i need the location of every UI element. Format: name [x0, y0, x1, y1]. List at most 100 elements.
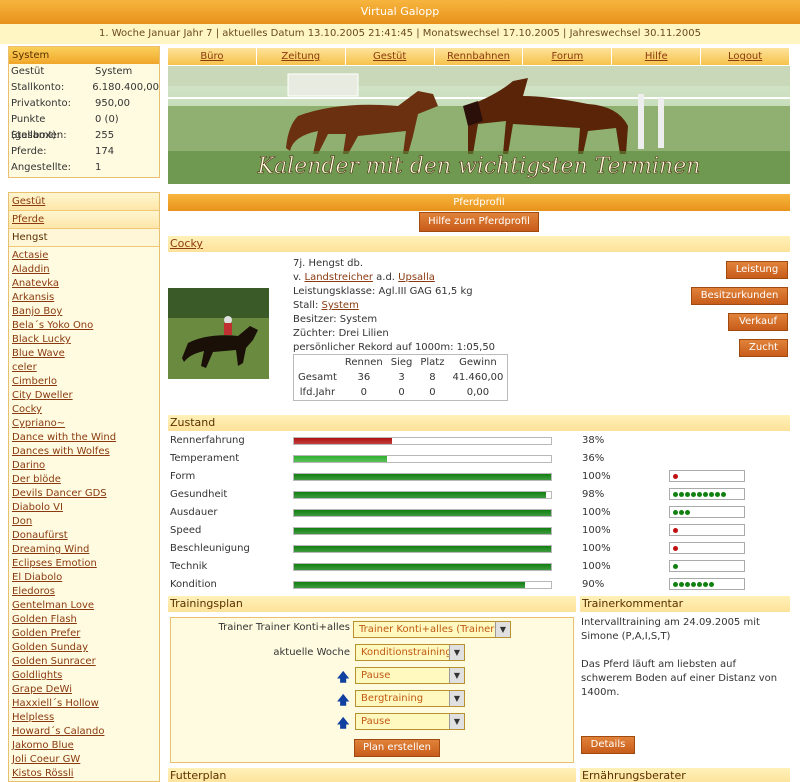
menu-item-bro[interactable]: Büro — [168, 48, 257, 65]
zustand-bar-fill — [294, 528, 551, 534]
stats-cell: 8 — [429, 372, 436, 383]
zustand-percent: 36% — [582, 453, 605, 464]
dot-icon — [697, 581, 702, 587]
stall-link[interactable]: System — [322, 300, 359, 311]
horse-name-bar: Cocky — [168, 236, 790, 252]
zustand-dots — [669, 488, 745, 500]
plan-erstellen-button[interactable]: Plan erstellen — [354, 739, 440, 757]
horse-link[interactable]: Diabolo VI — [9, 501, 159, 515]
system-info: Gestüt System Stallkonto: 6.180.400,00 Priva… — [9, 64, 159, 176]
dot-icon — [673, 563, 678, 569]
plan-select-2[interactable]: Bergtraining ▼ — [355, 690, 465, 707]
dam-link[interactable]: Upsalla — [398, 272, 435, 283]
system-row: Stallkonto: 6.180.400,00 — [11, 82, 159, 93]
stats-header: Sieg — [390, 357, 413, 368]
horse-link[interactable]: Arkansis — [9, 291, 159, 305]
besitzurkunden-button[interactable]: Besitzurkunden — [691, 287, 788, 305]
stats-header — [294, 355, 341, 370]
stats-header: Platz — [420, 357, 445, 368]
horse-link[interactable]: Gentelman Love — [9, 599, 159, 613]
zustand-percent: 98% — [582, 489, 605, 500]
horse-link[interactable]: Donaufürst — [9, 529, 159, 543]
up-arrow-icon[interactable]: 🡅 — [337, 714, 349, 735]
menu-item-gestt[interactable]: Gestüt — [345, 48, 435, 65]
horse-link[interactable]: Grape DeWi — [9, 683, 159, 697]
horse-link[interactable]: Dreaming Wind — [9, 543, 159, 557]
horse-link[interactable]: Actasie — [9, 249, 159, 263]
system-panel: System Gestüt System Stallkonto: 6.180.400,… — [8, 46, 160, 178]
horse-link[interactable]: celer — [9, 361, 159, 375]
race-stats: Rennen Sieg Platz Gewinn Gesamt 36 3 8 41.460,00… — [293, 354, 509, 401]
horse-link[interactable]: Banjo Boy — [9, 305, 159, 319]
plan-select-1[interactable]: Pause ▼ — [355, 667, 465, 684]
futter-header: Futterplan — [168, 768, 576, 782]
horse-lineage: v. Landstreicher a.d. Upsalla — [293, 272, 435, 283]
up-arrow-icon[interactable]: 🡅 — [337, 691, 349, 712]
zustand-label: Technik — [170, 561, 208, 572]
week-select[interactable]: Konditionstraining ▼ — [355, 644, 465, 661]
plan-select-3[interactable]: Pause ▼ — [355, 713, 465, 730]
horse-link[interactable]: Golden Sunracer — [9, 655, 159, 669]
horse-link[interactable]: Cypriano~ — [9, 417, 159, 431]
horse-link[interactable]: Bela´s Yoko Ono — [9, 319, 159, 333]
horse-link[interactable]: Kistos Rössli — [9, 767, 159, 781]
stats-header: Gewinn — [459, 357, 497, 368]
zustand-label: Kondition — [170, 579, 217, 590]
zustand-label: Gesundheit — [170, 489, 228, 500]
horse-link[interactable]: Dance with the Wind — [9, 431, 159, 445]
horse-link[interactable]: Aladdin — [9, 263, 159, 277]
horse-link[interactable]: Don — [9, 515, 159, 529]
leistung-button[interactable]: Leistung — [726, 261, 788, 279]
dot-icon — [703, 491, 708, 497]
horse-link[interactable]: Jakomo Blue — [9, 739, 159, 753]
stats-cell: Gesamt — [298, 372, 337, 383]
horse-link[interactable]: Helpless — [9, 711, 159, 725]
horse-link[interactable]: Blue Wave — [9, 347, 159, 361]
horse-link[interactable]: Joli Coeur GW — [9, 753, 159, 767]
dot-icon — [685, 491, 690, 497]
horse-link[interactable]: Black Lucky — [9, 333, 159, 347]
zustand-bar — [293, 437, 552, 445]
system-row: Privatkonto: 950,00 — [11, 98, 130, 109]
horse-link[interactable]: Golden Sunday — [9, 641, 159, 655]
horse-link[interactable]: Haxxiell´s Hollow — [9, 697, 159, 711]
horse-link[interactable]: Eledoros — [9, 585, 159, 599]
stats-row: lfd.Jahr 0 0 0 0,00 — [294, 385, 507, 400]
horse-link[interactable]: Devils Dancer GDS — [9, 487, 159, 501]
main-menu: Büro Zeitung Gestüt Rennbahnen Forum Hilfe Log… — [168, 48, 791, 65]
horse-link[interactable]: Golden Prefer — [9, 627, 159, 641]
horse-link[interactable]: El Diabolo — [9, 571, 159, 585]
menu-item-rennbahnen[interactable]: Rennbahnen — [434, 48, 524, 65]
horse-link[interactable]: Darino — [9, 459, 159, 473]
zucht-button[interactable]: Zucht — [739, 339, 788, 357]
menu-item-logout[interactable]: Logout — [701, 48, 791, 65]
horse-link[interactable]: Anatevka — [9, 277, 159, 291]
zustand-dots — [669, 470, 745, 482]
dot-icon — [679, 581, 684, 587]
horse-name[interactable]: Cocky — [170, 237, 203, 250]
system-title: System — [9, 47, 159, 64]
horse-link[interactable]: Der blöde — [9, 473, 159, 487]
horse-link[interactable]: Goldlights — [9, 669, 159, 683]
up-arrow-icon[interactable]: 🡅 — [337, 668, 349, 689]
sire-link[interactable]: Landstreicher — [305, 272, 373, 283]
help-button[interactable]: Hilfe zum Pferdprofil — [419, 212, 539, 232]
nav-gestuet[interactable]: Gestüt — [9, 193, 159, 211]
horse-link[interactable]: Dances with Wolfes — [9, 445, 159, 459]
verkauf-button[interactable]: Verkauf — [728, 313, 788, 331]
horse-link[interactable]: Eclipses Emotion — [9, 557, 159, 571]
nav-pferde[interactable]: Pferde — [9, 211, 159, 229]
trainer-select[interactable]: Trainer Konti+alles (Trainer) ▼ — [353, 621, 511, 638]
horse-link[interactable]: Cimberlo — [9, 375, 159, 389]
menu-item-zeitung[interactable]: Zeitung — [256, 48, 346, 65]
menu-item-forum[interactable]: Forum — [523, 48, 613, 65]
horse-link[interactable]: Golden Flash — [9, 613, 159, 627]
horse-link[interactable]: Howard´s Calando — [9, 725, 159, 739]
system-row: Gestüt System — [11, 66, 133, 77]
zustand-bar-fill — [294, 564, 551, 570]
date-bar: 1. Woche Januar Jahr 7 | aktuelles Datum… — [0, 24, 800, 44]
menu-item-hilfe[interactable]: Hilfe — [612, 48, 702, 65]
horse-link[interactable]: City Dweller — [9, 389, 159, 403]
details-button[interactable]: Details — [581, 736, 635, 754]
horse-link[interactable]: Cocky — [9, 403, 159, 417]
